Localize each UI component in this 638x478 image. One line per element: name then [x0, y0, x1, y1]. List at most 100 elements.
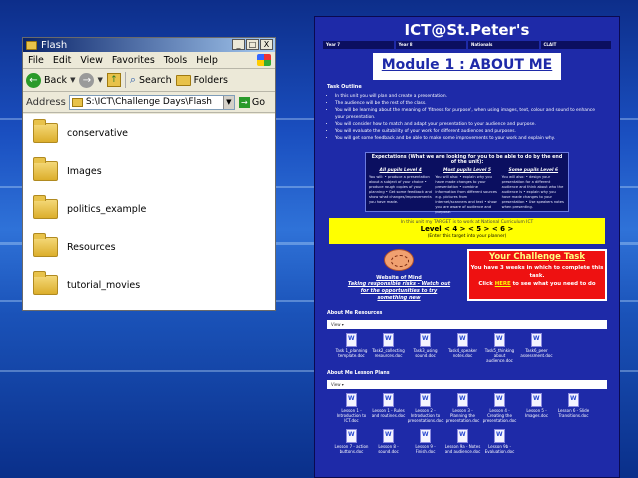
- address-path: S:\ICT\Challenge Days\Flash: [85, 97, 213, 107]
- list-item[interactable]: Lesson 1 - Rules and routines.doc: [370, 393, 407, 429]
- folder-icon: [33, 119, 58, 143]
- menu-favorites[interactable]: Favorites: [112, 55, 155, 66]
- lesson-view-bar[interactable]: View ▾: [327, 380, 607, 389]
- nav-year7[interactable]: Year 7: [323, 41, 394, 49]
- address-bar: Address S:\ICT\Challenge Days\Flash ▼ → …: [23, 92, 275, 113]
- address-dropdown-button[interactable]: ▼: [222, 95, 234, 109]
- page-title: Module 1 : ABOUT ME: [373, 53, 561, 80]
- chevron-down-icon[interactable]: ▼: [97, 76, 102, 84]
- expectations-box: Expectations (What we are looking for yo…: [365, 152, 569, 215]
- list-item[interactable]: Lesson 9 - Finish.doc: [407, 429, 444, 465]
- list-item[interactable]: conservative: [23, 114, 275, 152]
- folder-icon: [71, 97, 83, 107]
- menu-help[interactable]: Help: [196, 55, 218, 66]
- lesson-grid: Lesson 1 - Introduction to ICT.doc Lesso…: [333, 393, 607, 465]
- doc-name: Lesson 9 - Finish.doc: [415, 444, 436, 454]
- lesson-plans-label: About Me Lesson Plans: [327, 371, 390, 376]
- level-heading: Most pupils Level 5: [443, 168, 491, 173]
- click-pre: Click: [478, 281, 495, 287]
- list-item[interactable]: Lesson 5 - Images.doc: [518, 393, 555, 429]
- resources-grid: Task 1_planning template.doc Task2_colle…: [333, 333, 607, 369]
- doc-name: Lesson 1 - Introduction to ICT.doc: [336, 408, 367, 423]
- list-item[interactable]: Resources: [23, 228, 275, 266]
- folder-icon: [33, 271, 58, 295]
- close-button[interactable]: X: [260, 39, 273, 50]
- doc-name: Lesson 4 - Creating the presentation.doc: [482, 408, 517, 423]
- list-item[interactable]: Lesson 9a - Notes and audience.doc: [444, 429, 481, 465]
- chevron-down-icon[interactable]: ▼: [70, 76, 75, 84]
- nav-year8[interactable]: Year 8: [395, 41, 466, 49]
- list-item[interactable]: Lesson 4 - Creating the presentation.doc: [481, 393, 518, 429]
- menu-tools[interactable]: Tools: [164, 55, 187, 66]
- module-webpage: ICT@St.Peter's Year 7 Year 8 Nationals C…: [314, 16, 620, 478]
- window-title: Flash: [41, 39, 68, 51]
- back-button[interactable]: ← Back ▼: [26, 72, 75, 88]
- list-item: You will evaluate the suitability of you…: [335, 128, 605, 135]
- explorer-window: Flash _ □ X File Edit View Favorites Too…: [22, 37, 276, 311]
- word-doc-icon: [531, 393, 542, 407]
- nav-bar: Year 7 Year 8 Nationals CLAIT: [323, 41, 611, 49]
- doc-name: Lesson 7 - action buttons.doc: [334, 444, 369, 454]
- list-item[interactable]: Task 1_planning template.doc: [333, 333, 370, 369]
- list-item[interactable]: Lesson 8 - sound.doc: [370, 429, 407, 465]
- resources-view-bar[interactable]: View ▾: [327, 320, 607, 329]
- file-name: Resources: [67, 241, 116, 253]
- minimize-button[interactable]: _: [232, 39, 245, 50]
- list-item[interactable]: Lesson 1 - Introduction to ICT.doc: [333, 393, 370, 429]
- go-button[interactable]: → Go: [238, 96, 266, 108]
- word-doc-icon: [420, 393, 431, 407]
- nav-nationals[interactable]: Nationals: [468, 41, 539, 49]
- challenge-line: You have 3 weeks in which to complete th…: [470, 265, 604, 279]
- doc-name: Task3_using sound.doc: [413, 348, 438, 358]
- doc-name: Lesson 2 - Introduction to presentations…: [407, 408, 444, 423]
- go-label: Go: [251, 96, 266, 108]
- menu-bar: File Edit View Favorites Tools Help: [23, 52, 275, 69]
- search-label: Search: [139, 74, 172, 86]
- address-label: Address: [26, 96, 66, 108]
- level-text: You will also: • explain why you have ma…: [435, 175, 497, 214]
- file-list: conservative Images politics_example Res…: [23, 114, 275, 310]
- search-button[interactable]: ⌕ Search: [130, 73, 172, 87]
- word-doc-icon: [494, 333, 505, 347]
- target-box: In this unit my TARGET is to work at Nat…: [329, 218, 605, 244]
- here-link[interactable]: HERE: [495, 281, 511, 287]
- challenge-click: Click HERE to see what you need to do: [469, 280, 605, 288]
- up-folder-button[interactable]: ↑: [106, 73, 121, 87]
- list-item[interactable]: Images: [23, 152, 275, 190]
- list-item[interactable]: Task6_peer assessment.doc: [518, 333, 555, 369]
- expectations-level5: Most pupils Level 5 You will also: • exp…: [435, 168, 498, 215]
- nav-clait[interactable]: CLAIT: [540, 41, 611, 49]
- folders-button[interactable]: Folders: [175, 74, 228, 86]
- word-doc-icon: [383, 333, 394, 347]
- folder-icon: [33, 157, 58, 181]
- list-item[interactable]: Task3_using sound.doc: [407, 333, 444, 369]
- level-heading: All pupils Level 4: [379, 168, 422, 173]
- doc-name: Task2_collecting resources.doc: [372, 348, 405, 358]
- address-input[interactable]: S:\ICT\Challenge Days\Flash ▼: [68, 94, 235, 110]
- list-item[interactable]: tutorial_movies: [23, 266, 275, 304]
- list-item[interactable]: Lesson 2 - Introduction to presentations…: [407, 393, 444, 429]
- menu-file[interactable]: File: [28, 55, 44, 66]
- target-line3: (Enter this target into your planner): [427, 234, 507, 239]
- doc-name: Lesson 5 - Images.doc: [524, 408, 549, 418]
- word-doc-icon: [346, 429, 357, 443]
- menu-view[interactable]: View: [80, 55, 103, 66]
- maximize-button[interactable]: □: [246, 39, 259, 50]
- list-item[interactable]: Lesson 7 - action buttons.doc: [333, 429, 370, 465]
- wow-tagline: Taking responsible risks - Watch out for…: [347, 281, 451, 301]
- explorer-titlebar[interactable]: Flash _ □ X: [23, 38, 275, 52]
- menu-edit[interactable]: Edit: [53, 55, 71, 66]
- list-item[interactable]: politics_example: [23, 190, 275, 228]
- list-item[interactable]: Lesson 9b - Evaluation.doc: [481, 429, 518, 465]
- list-item[interactable]: Task4_speaker notes.doc: [444, 333, 481, 369]
- list-item[interactable]: Lesson 6 - Slide Transitions.doc: [555, 393, 592, 429]
- list-item[interactable]: Lesson 3 - Planning the presentation.doc: [444, 393, 481, 429]
- challenge-box: Your Challenge Task You have 3 weeks in …: [467, 249, 607, 301]
- forward-button[interactable]: → ▼: [79, 72, 103, 88]
- list-item: You will be learning about the meaning o…: [335, 107, 605, 121]
- task-outline-list: In this unit you will plan and create a …: [335, 93, 605, 142]
- list-item[interactable]: Task2_collecting resources.doc: [370, 333, 407, 369]
- list-item[interactable]: Task5_thinking about audience.doc: [481, 333, 518, 369]
- doc-name: Lesson 1 - Rules and routines.doc: [371, 408, 406, 418]
- list-item: In this unit you will plan and create a …: [335, 93, 605, 100]
